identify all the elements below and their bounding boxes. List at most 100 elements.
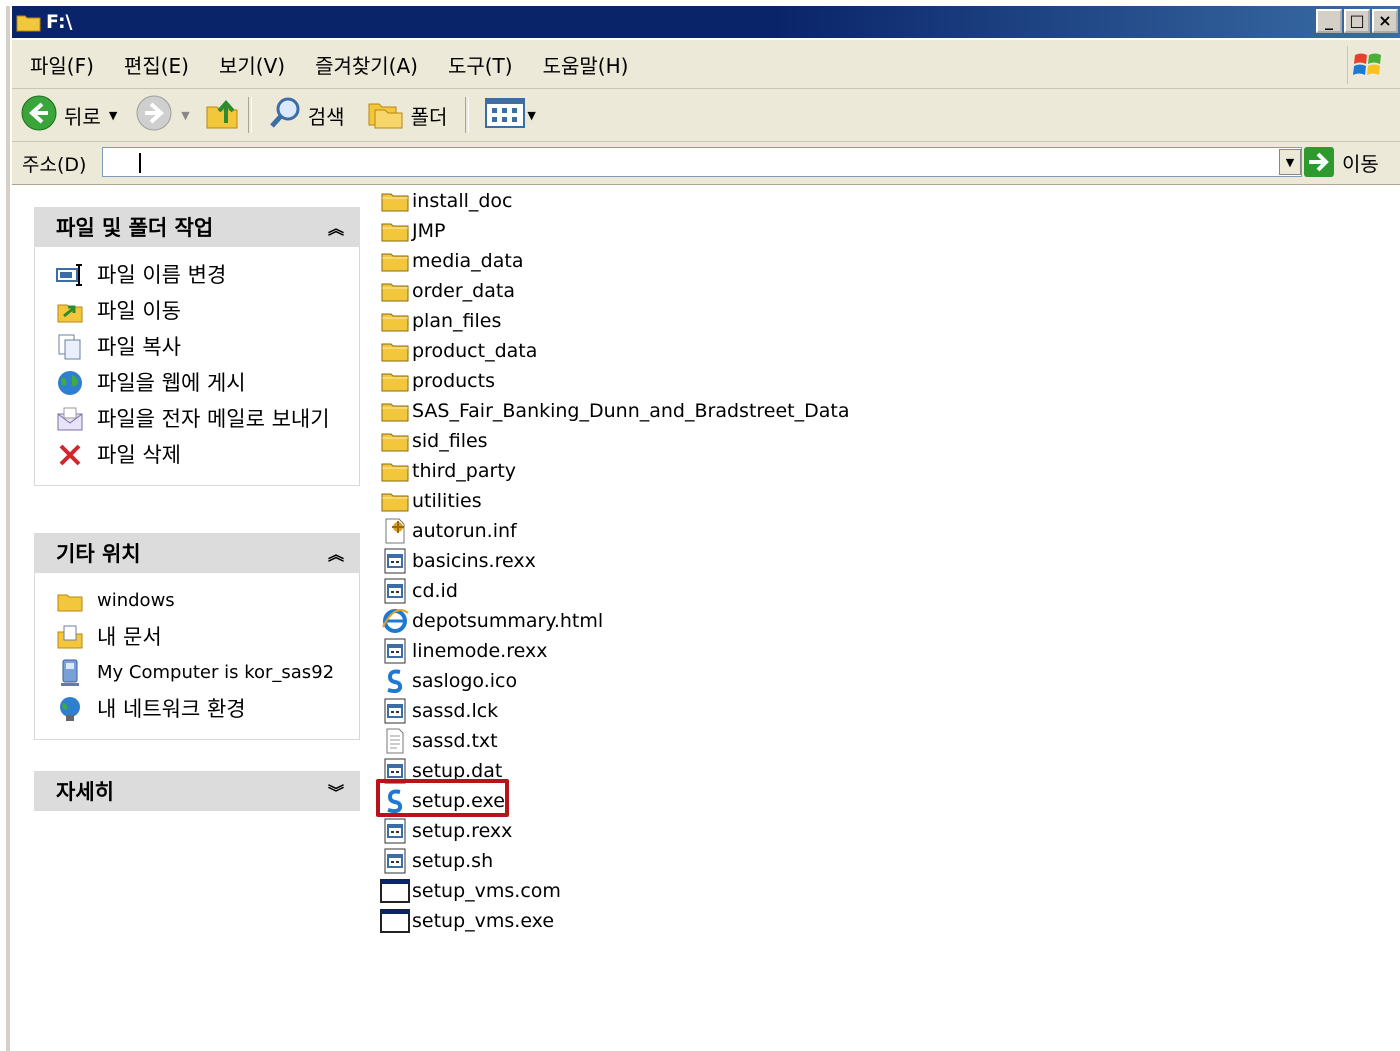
place-label: 내 네트워크 환경 xyxy=(97,697,246,721)
menu-favorites[interactable]: 즐겨찾기(A) xyxy=(315,50,418,79)
menu-file[interactable]: 파일(F) xyxy=(30,50,94,79)
chevron-down-icon[interactable]: ▼ xyxy=(527,109,535,122)
other-places-header[interactable]: 기타 위치 ︽ xyxy=(34,533,360,573)
file-name: sid_files xyxy=(412,430,488,452)
search-label: 검색 xyxy=(307,104,345,129)
file-item[interactable]: sassd.txt xyxy=(380,726,849,756)
folder-icon xyxy=(380,457,410,485)
back-button[interactable]: 뒤로 ▼ xyxy=(20,94,117,137)
chevron-down-icon[interactable]: ▼ xyxy=(181,109,189,122)
menu-view[interactable]: 보기(V) xyxy=(219,50,285,79)
file-name: autorun.inf xyxy=(412,520,517,542)
collapse-icon[interactable]: ︽ xyxy=(328,215,344,239)
address-dropdown-button[interactable]: ▼ xyxy=(1279,149,1301,175)
file-item[interactable]: saslogo.ico xyxy=(380,666,849,696)
folder-icon xyxy=(380,307,410,335)
task-publish-web[interactable]: 파일을 웹에 게시 xyxy=(35,365,359,401)
views-button[interactable]: ▼ xyxy=(485,96,536,135)
folder-item[interactable]: SAS_Fair_Banking_Dunn_and_Bradstreet_Dat… xyxy=(380,396,849,426)
file-item[interactable]: cd.id xyxy=(380,576,849,606)
script-file-icon xyxy=(380,697,410,725)
folders-button[interactable]: 폴더 xyxy=(367,96,447,135)
menu-tools[interactable]: 도구(T) xyxy=(448,50,513,79)
file-item[interactable]: setup_vms.com xyxy=(380,876,849,906)
file-name: JMP xyxy=(412,220,446,242)
minimize-button[interactable]: _ xyxy=(1316,9,1342,33)
details-header[interactable]: 자세히 ︾ xyxy=(34,771,360,811)
folder-item[interactable]: install_doc xyxy=(380,186,849,216)
folder-item[interactable]: products xyxy=(380,366,849,396)
file-tasks-header[interactable]: 파일 및 폴더 작업 ︽ xyxy=(34,207,360,247)
expand-icon[interactable]: ︾ xyxy=(328,779,344,803)
folder-icon xyxy=(380,427,410,455)
maximize-button[interactable]: □ xyxy=(1344,9,1370,33)
details-panel: 자세히 ︾ xyxy=(34,771,360,811)
task-label: 파일을 웹에 게시 xyxy=(97,371,246,395)
place-label: 내 문서 xyxy=(97,625,162,649)
folder-icon xyxy=(380,337,410,365)
file-item[interactable]: autorun.inf xyxy=(380,516,849,546)
minimize-icon: _ xyxy=(1325,11,1333,30)
file-name: sassd.lck xyxy=(412,700,499,722)
file-name: product_data xyxy=(412,340,538,362)
go-button[interactable]: 이동 xyxy=(1304,147,1379,177)
search-button[interactable]: 검색 xyxy=(268,96,345,135)
folder-item[interactable]: product_data xyxy=(380,336,849,366)
script-file-icon xyxy=(380,637,410,665)
folder-item[interactable]: utilities xyxy=(380,486,849,516)
back-arrow-icon xyxy=(20,94,58,137)
text-file-icon xyxy=(380,727,410,755)
folder-icon xyxy=(380,217,410,245)
file-name: depotsummary.html xyxy=(412,610,604,632)
file-item[interactable]: setup.rexx xyxy=(380,816,849,846)
file-item[interactable]: linemode.rexx xyxy=(380,636,849,666)
folders-icon xyxy=(367,96,405,135)
folder-icon xyxy=(380,367,410,395)
close-icon: × xyxy=(1378,11,1392,30)
collapse-icon[interactable]: ︽ xyxy=(328,541,344,565)
task-label: 파일을 전자 메일로 보내기 xyxy=(97,407,330,431)
place-network[interactable]: 내 네트워크 환경 xyxy=(35,691,359,727)
place-my-documents[interactable]: 내 문서 xyxy=(35,619,359,655)
chevron-down-icon[interactable]: ▼ xyxy=(109,109,117,122)
task-copy[interactable]: 파일 복사 xyxy=(35,329,359,365)
place-windows[interactable]: windows xyxy=(35,583,359,619)
address-bar: 주소(D) ▼ 이동 xyxy=(12,142,1400,185)
task-delete[interactable]: 파일 삭제 xyxy=(35,437,359,473)
task-email[interactable]: 파일을 전자 메일로 보내기 xyxy=(35,401,359,437)
file-name: utilities xyxy=(412,490,482,512)
title-bar[interactable]: F:\ _ □ × xyxy=(12,6,1400,38)
file-item[interactable]: depotsummary.html xyxy=(380,606,849,636)
file-name: sassd.txt xyxy=(412,730,498,752)
file-name: SAS_Fair_Banking_Dunn_and_Bradstreet_Dat… xyxy=(412,400,850,422)
task-move[interactable]: 파일 이동 xyxy=(35,293,359,329)
folder-item[interactable]: order_data xyxy=(380,276,849,306)
address-input[interactable]: ▼ xyxy=(102,147,1302,177)
file-item[interactable]: basicins.rexx xyxy=(380,546,849,576)
menu-help[interactable]: 도움말(H) xyxy=(543,50,629,79)
menu-edit[interactable]: 편집(E) xyxy=(124,50,189,79)
toolbar: 뒤로 ▼ ▼ 검색 폴더 ▼ xyxy=(12,89,1400,142)
folder-icon xyxy=(55,587,85,615)
file-name: linemode.rexx xyxy=(412,640,548,662)
task-label: 파일 삭제 xyxy=(97,443,181,467)
up-folder-button[interactable] xyxy=(204,95,240,136)
folder-item[interactable]: JMP xyxy=(380,216,849,246)
application-window-icon xyxy=(380,877,410,905)
folder-item[interactable]: media_data xyxy=(380,246,849,276)
folder-item[interactable]: third_party xyxy=(380,456,849,486)
task-rename[interactable]: 파일 이름 변경 xyxy=(35,257,359,293)
go-label: 이동 xyxy=(1342,151,1379,176)
place-label: My Computer is kor_sas92 xyxy=(97,662,335,683)
folder-item[interactable]: plan_files xyxy=(380,306,849,336)
file-name: plan_files xyxy=(412,310,502,332)
file-item[interactable]: sassd.lck xyxy=(380,696,849,726)
close-button[interactable]: × xyxy=(1372,9,1398,33)
forward-button[interactable]: ▼ xyxy=(135,94,190,137)
file-item[interactable]: setup.sh xyxy=(380,846,849,876)
place-my-computer[interactable]: My Computer is kor_sas92 xyxy=(35,655,359,691)
folder-item[interactable]: sid_files xyxy=(380,426,849,456)
file-item[interactable]: setup_vms.exe xyxy=(380,906,849,936)
other-places-title: 기타 위치 xyxy=(56,542,141,566)
file-name: setup.sh xyxy=(412,850,494,872)
